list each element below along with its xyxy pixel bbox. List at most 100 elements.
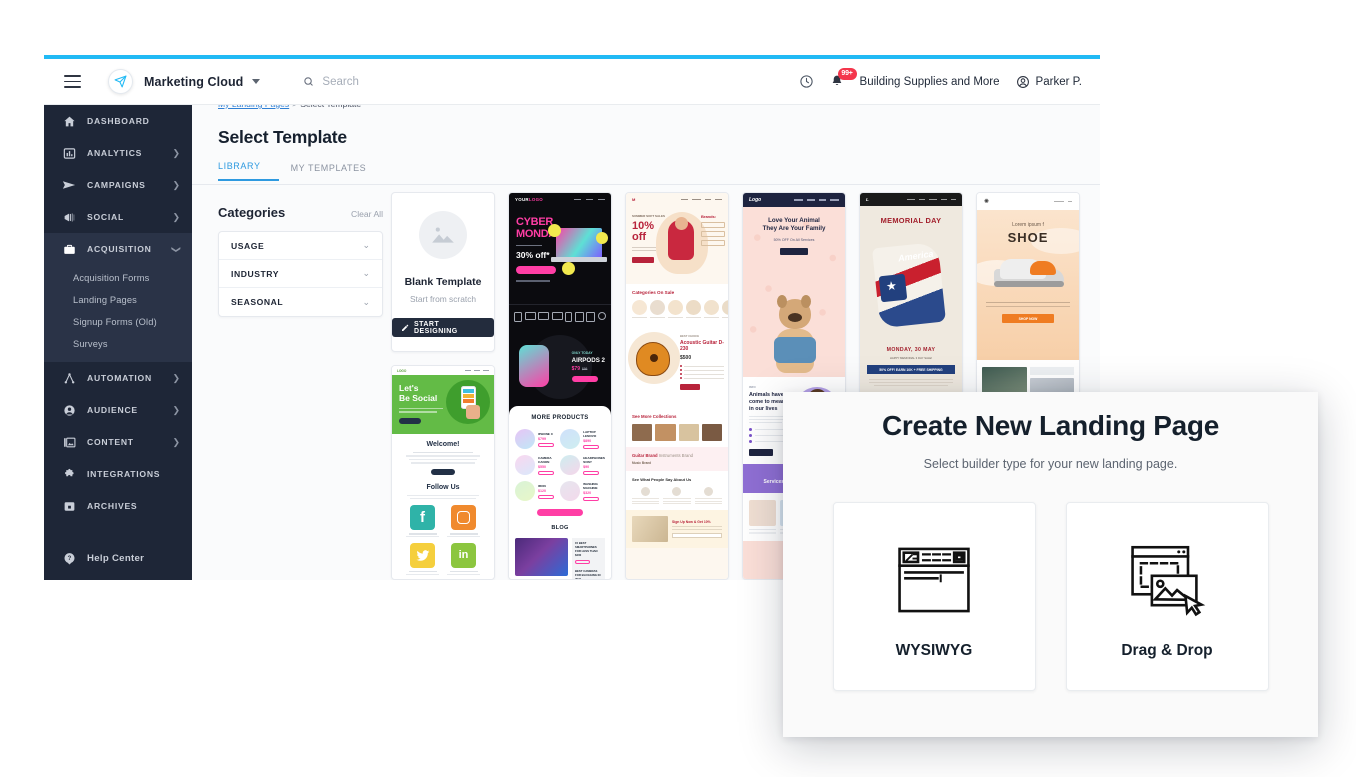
builder-option-label: Drag & Drop <box>1121 641 1213 659</box>
archive-box-icon <box>62 499 76 513</box>
start-designing-label: START DESIGNING <box>413 320 458 335</box>
sidebar-item-help-center[interactable]: ? Help Center <box>44 544 192 572</box>
template-column: Blank Template Start from scratch START … <box>391 192 495 580</box>
categories-panel: USAGE ⌄ INDUSTRY ⌄ SEASONAL ⌄ <box>218 231 383 317</box>
category-label: USAGE <box>231 240 265 251</box>
sidebar-item-content[interactable]: CONTENT ❯ <box>44 426 192 458</box>
account-name[interactable]: Building Supplies and More <box>860 76 1000 88</box>
sidebar-subitem-surveys[interactable]: Surveys <box>44 333 192 355</box>
breadcrumb: My Landing Pages>Select Template <box>218 105 361 109</box>
modal-title: Create New Landing Page <box>882 410 1219 441</box>
search-input[interactable]: Search <box>303 75 359 88</box>
sidebar-item-label: ANALYTICS <box>87 148 143 158</box>
tab-my-templates[interactable]: MY TEMPLATES <box>279 163 379 181</box>
builder-option-wysiwyg[interactable]: WYSIWYG <box>832 502 1036 691</box>
megaphone-icon <box>62 210 76 224</box>
svg-text:?: ? <box>67 556 71 562</box>
sidebar-subitem-acquisition-forms[interactable]: Acquisition Forms <box>44 267 192 289</box>
template-card-lets-be-social[interactable]: LOGO Let's Be Social Welcome! Follow Us … <box>391 365 495 580</box>
user-circle-icon <box>62 403 76 417</box>
chevron-right-icon: ❯ <box>172 436 180 447</box>
template-column: M SUMMER SOFT SALES 10% off Brands: Cate… <box>625 192 729 580</box>
modal-subtitle: Select builder type for your new landing… <box>923 457 1178 471</box>
top-bar-actions: 99+ Building Supplies and More Parker P. <box>799 68 1082 89</box>
chevron-down-icon[interactable] <box>252 79 261 84</box>
paper-plane-icon <box>62 178 76 192</box>
breadcrumb-parent-link[interactable]: My Landing Pages <box>218 105 289 109</box>
sidebar-subitem-label: Surveys <box>73 339 108 349</box>
sidebar: DASHBOARD ANALYTICS ❯ CAMPAIGNS ❯ SOCIAL… <box>44 105 192 580</box>
wysiwyg-editor-icon <box>892 534 976 626</box>
template-card-music-store[interactable]: M SUMMER SOFT SALES 10% off Brands: Cate… <box>625 192 729 580</box>
blank-template-subtitle: Start from scratch <box>409 294 477 304</box>
sidebar-subitem-label: Acquisition Forms <box>73 273 150 283</box>
tab-divider <box>192 184 1100 185</box>
paper-plane-icon[interactable] <box>108 69 133 94</box>
user-menu[interactable]: Parker P. <box>1016 75 1082 89</box>
builder-option-drag-and-drop[interactable]: Drag & Drop <box>1065 502 1269 691</box>
tab-bar: LIBRARY MY TEMPLATES <box>218 161 378 181</box>
sidebar-subitem-landing-pages[interactable]: Landing Pages <box>44 289 192 311</box>
sidebar-item-label: DASHBOARD <box>87 116 150 126</box>
acquisition-submenu: Acquisition Forms Landing Pages Signup F… <box>44 265 192 362</box>
builder-option-label: WYSIWYG <box>895 641 973 659</box>
page-title: Select Template <box>218 127 347 147</box>
breadcrumb-separator: > <box>292 105 297 109</box>
sidebar-item-archives[interactable]: ARCHIVES <box>44 490 192 522</box>
puzzle-piece-icon <box>62 467 76 481</box>
search-placeholder: Search <box>322 75 359 88</box>
home-icon <box>62 114 76 128</box>
sidebar-item-acquisition[interactable]: ACQUISITION ❯ <box>44 233 192 265</box>
sidebar-item-dashboard[interactable]: DASHBOARD <box>44 105 192 137</box>
sidebar-item-automation[interactable]: AUTOMATION ❯ <box>44 362 192 394</box>
user-name: Parker P. <box>1035 75 1082 88</box>
tab-library[interactable]: LIBRARY <box>218 161 279 181</box>
sidebar-item-label: ARCHIVES <box>87 501 138 511</box>
chevron-right-icon: ❯ <box>172 147 180 158</box>
template-column: YOURLOGO CYBER MONDAY 30% off* ONLY TODA… <box>508 192 612 580</box>
briefcase-icon <box>62 242 76 256</box>
user-circle-icon <box>1016 75 1029 88</box>
brand-name: Marketing Cloud <box>144 74 244 89</box>
sidebar-item-integrations[interactable]: INTEGRATIONS <box>44 458 192 490</box>
create-landing-page-modal: Create New Landing Page Select builder t… <box>783 392 1318 737</box>
sidebar-item-analytics[interactable]: ANALYTICS ❯ <box>44 137 192 169</box>
top-bar: Marketing Cloud Search 99+ Building Supp… <box>44 59 1100 105</box>
sidebar-item-label: SOCIAL <box>87 212 124 222</box>
hamburger-menu-icon[interactable] <box>64 75 81 88</box>
category-group-seasonal[interactable]: SEASONAL ⌄ <box>219 288 382 316</box>
sidebar-item-social[interactable]: SOCIAL ❯ <box>44 201 192 233</box>
sidebar-item-label: CAMPAIGNS <box>87 180 146 190</box>
clear-all-button[interactable]: Clear All <box>351 209 383 219</box>
chevron-right-icon: ❯ <box>172 179 180 190</box>
sidebar-item-audience[interactable]: AUDIENCE ❯ <box>44 394 192 426</box>
categories-title: Categories <box>218 205 286 220</box>
chevron-right-icon: ❯ <box>172 372 180 383</box>
chevron-down-icon: ❯ <box>171 245 182 253</box>
builder-type-options: WYSIWYG Drag & Drop <box>832 502 1269 691</box>
question-mark-circle-icon: ? <box>62 551 76 565</box>
breadcrumb-current: Select Template <box>300 105 361 109</box>
category-group-usage[interactable]: USAGE ⌄ <box>219 232 382 260</box>
chevron-down-icon: ⌄ <box>362 240 370 250</box>
category-group-industry[interactable]: INDUSTRY ⌄ <box>219 260 382 288</box>
sidebar-item-campaigns[interactable]: CAMPAIGNS ❯ <box>44 169 192 201</box>
sidebar-item-label: INTEGRATIONS <box>87 469 161 479</box>
sidebar-item-label: ACQUISITION <box>87 244 152 254</box>
clock-icon[interactable] <box>799 74 814 89</box>
blank-template-card[interactable]: Blank Template Start from scratch START … <box>391 192 495 352</box>
sidebar-subitem-signup-forms-old[interactable]: Signup Forms (Old) <box>44 311 192 333</box>
notifications-button[interactable]: 99+ <box>830 68 857 89</box>
start-designing-button[interactable]: START DESIGNING <box>392 318 494 337</box>
sidebar-item-label: AUTOMATION <box>87 373 152 383</box>
sidebar-item-label: AUDIENCE <box>87 405 138 415</box>
chevron-right-icon: ❯ <box>172 404 180 415</box>
chevron-down-icon: ⌄ <box>362 268 370 278</box>
pencil-icon <box>401 324 409 331</box>
template-card-cyber-monday[interactable]: YOURLOGO CYBER MONDAY 30% off* ONLY TODA… <box>508 192 612 580</box>
category-label: INDUSTRY <box>231 268 280 279</box>
sidebar-subitem-label: Signup Forms (Old) <box>73 317 157 327</box>
notification-badge: 99+ <box>837 68 857 80</box>
categories-header: Categories Clear All <box>218 205 383 220</box>
sitemap-icon <box>62 371 76 385</box>
